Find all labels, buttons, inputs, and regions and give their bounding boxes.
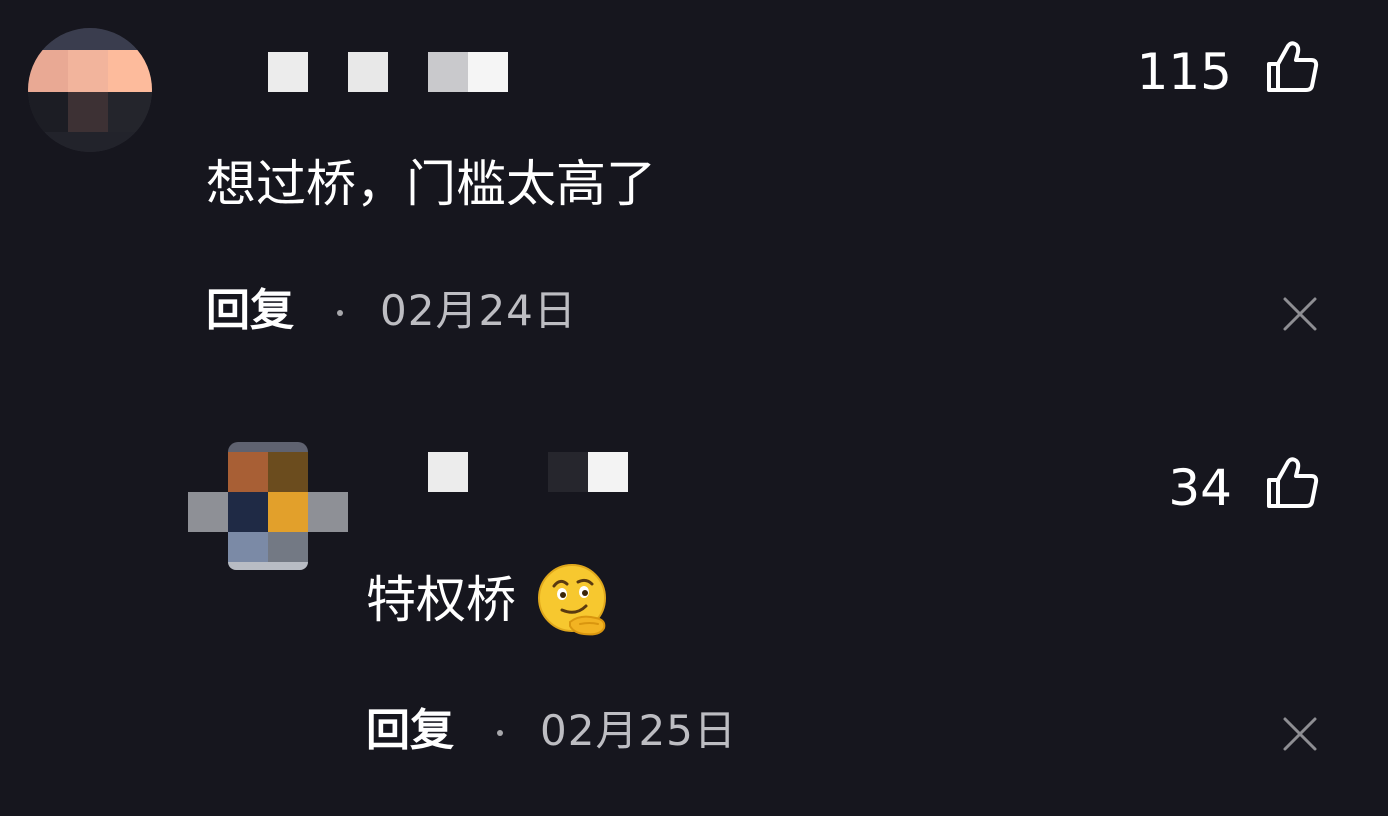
thumbs-up-icon[interactable]: [1264, 456, 1320, 512]
separator-dot: [497, 730, 503, 736]
close-icon[interactable]: [1282, 296, 1318, 332]
username-redacted[interactable]: [268, 52, 508, 92]
thumbs-up-icon[interactable]: [1264, 40, 1320, 96]
comment-text: 想过桥，门槛太高了: [206, 155, 656, 213]
smirking-thinking-emoji: [538, 564, 606, 636]
avatar[interactable]: [28, 28, 152, 152]
reply-button[interactable]: 回复: [366, 704, 454, 758]
comment-date: 02月24日: [380, 286, 577, 335]
like-count: 34: [1168, 459, 1232, 517]
username-redacted[interactable]: [428, 452, 628, 492]
comment-date: 02月25日: [540, 706, 737, 755]
close-icon[interactable]: [1282, 716, 1318, 752]
like-count: 115: [1136, 43, 1232, 101]
avatar[interactable]: [188, 442, 348, 570]
reply-button[interactable]: 回复: [206, 284, 294, 338]
comment-list: 115 想过桥，门槛太高了 回复 02月24日 34 特权桥 回复 02月25日: [0, 0, 1388, 816]
separator-dot: [337, 310, 343, 316]
comment-text: 特权桥: [366, 571, 516, 629]
